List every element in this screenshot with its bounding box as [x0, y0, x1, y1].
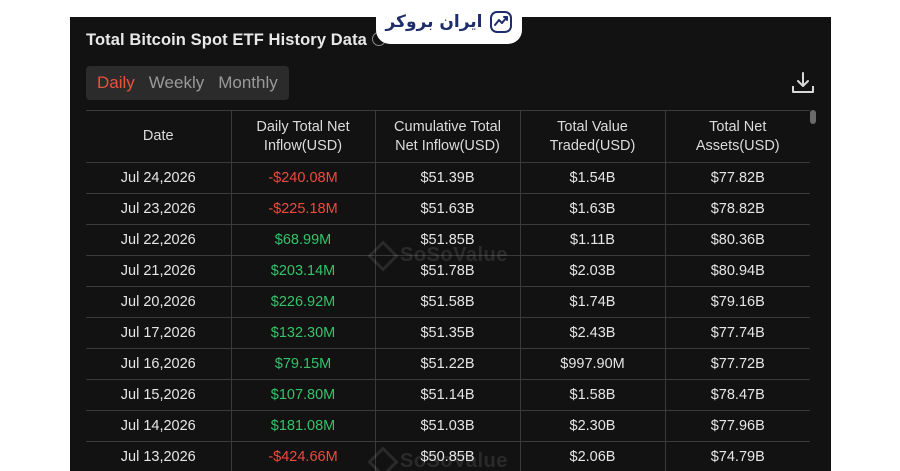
table-header-row: Date Daily Total Net Inflow(USD) Cumulati…	[86, 110, 810, 163]
table-row: Jul 13,2026 -$424.66M $50.85B $2.06B $74.79B	[86, 441, 810, 471]
header-line: Total Net	[709, 118, 767, 135]
daily-inflow-cell: -$225.18M	[231, 193, 376, 225]
header-line: Assets(USD)	[695, 137, 780, 154]
tab-monthly[interactable]: Monthly	[211, 66, 285, 100]
header-date[interactable]: Date	[86, 110, 232, 163]
daily-inflow-cell: $79.15M	[231, 348, 376, 380]
date-cell: Jul 14,2026	[86, 410, 232, 442]
header-line: Inflow(USD)	[263, 137, 343, 154]
date-cell: Jul 24,2026	[86, 162, 232, 194]
date-cell: Jul 21,2026	[86, 255, 232, 287]
net-assets-cell: $77.72B	[665, 348, 810, 380]
header-date-label: Date	[142, 128, 174, 144]
header-line: Total Value	[557, 118, 628, 135]
date-cell: Jul 22,2026	[86, 224, 232, 256]
table-body: Jul 24,2026 -$240.08M $51.39B $1.54B $77.82B…	[86, 162, 810, 471]
ibroker-logo: ایران بروکر	[376, 0, 522, 44]
value-traded-cell: $1.58B	[520, 379, 666, 411]
table-row: Jul 24,2026 -$240.08M $51.39B $1.54B $77.82B	[86, 162, 810, 194]
cumulative-inflow-cell: $51.03B	[375, 410, 521, 442]
cumulative-inflow-cell: $51.78B	[375, 255, 521, 287]
net-assets-cell: $77.96B	[665, 410, 810, 442]
panel-title: Total Bitcoin Spot ETF History Data	[86, 31, 367, 49]
logo-text: ایران بروکر	[385, 12, 483, 32]
value-traded-cell: $2.43B	[520, 317, 666, 349]
header-total-net-assets[interactable]: Total Net Assets(USD)	[665, 110, 810, 163]
table-row: Jul 16,2026 $79.15M $51.22B $997.90M $77.72B	[86, 348, 810, 380]
tab-weekly[interactable]: Weekly	[142, 66, 211, 100]
etf-history-table: Date Daily Total Net Inflow(USD) Cumulati…	[86, 110, 810, 471]
cumulative-inflow-cell: $51.22B	[375, 348, 521, 380]
value-traded-cell: $1.54B	[520, 162, 666, 194]
date-cell: Jul 20,2026	[86, 286, 232, 318]
period-tabs: Daily Weekly Monthly	[86, 66, 289, 100]
table-row: Jul 15,2026 $107.80M $51.14B $1.58B $78.47B	[86, 379, 810, 411]
daily-inflow-cell: -$424.66M	[231, 441, 376, 471]
cumulative-inflow-cell: $51.85B	[375, 224, 521, 256]
cumulative-inflow-cell: $51.35B	[375, 317, 521, 349]
table-scrollbar[interactable]	[810, 110, 816, 124]
net-assets-cell: $80.94B	[665, 255, 810, 287]
daily-inflow-cell: $203.14M	[231, 255, 376, 287]
date-cell: Jul 13,2026	[86, 441, 232, 471]
value-traded-cell: $1.11B	[520, 224, 666, 256]
table-row: Jul 22,2026 $68.99M $51.85B $1.11B $80.36B	[86, 224, 810, 256]
value-traded-cell: $2.30B	[520, 410, 666, 442]
net-assets-cell: $77.82B	[665, 162, 810, 194]
table-row: Jul 21,2026 $203.14M $51.78B $2.03B $80.94B	[86, 255, 810, 287]
daily-inflow-cell: $107.80M	[231, 379, 376, 411]
header-total-value-traded[interactable]: Total Value Traded(USD)	[520, 110, 666, 163]
header-line: Daily Total Net	[256, 118, 350, 135]
daily-inflow-cell: -$240.08M	[231, 162, 376, 194]
daily-inflow-cell: $226.92M	[231, 286, 376, 318]
cumulative-inflow-cell: $50.85B	[375, 441, 521, 471]
date-cell: Jul 17,2026	[86, 317, 232, 349]
date-cell: Jul 16,2026	[86, 348, 232, 380]
net-assets-cell: $78.47B	[665, 379, 810, 411]
header-cumulative-net-inflow[interactable]: Cumulative Total Net Inflow(USD)	[375, 110, 521, 163]
tab-daily[interactable]: Daily	[90, 66, 142, 100]
cumulative-inflow-cell: $51.58B	[375, 286, 521, 318]
download-icon[interactable]	[790, 70, 816, 96]
value-traded-cell: $1.63B	[520, 193, 666, 225]
daily-inflow-cell: $181.08M	[231, 410, 376, 442]
page: Total Bitcoin Spot ETF History Data ایرا…	[0, 0, 900, 471]
table-row: Jul 14,2026 $181.08M $51.03B $2.30B $77.96B	[86, 410, 810, 442]
ibroker-logo-icon	[489, 11, 512, 33]
daily-inflow-cell: $132.30M	[231, 317, 376, 349]
value-traded-cell: $1.74B	[520, 286, 666, 318]
value-traded-cell: $2.06B	[520, 441, 666, 471]
value-traded-cell: $997.90M	[520, 348, 666, 380]
header-daily-net-inflow[interactable]: Daily Total Net Inflow(USD)	[231, 110, 376, 163]
net-assets-cell: $79.16B	[665, 286, 810, 318]
header-line: Cumulative Total	[394, 118, 501, 135]
date-cell: Jul 15,2026	[86, 379, 232, 411]
net-assets-cell: $78.82B	[665, 193, 810, 225]
daily-inflow-cell: $68.99M	[231, 224, 376, 256]
net-assets-cell: $74.79B	[665, 441, 810, 471]
date-cell: Jul 23,2026	[86, 193, 232, 225]
header-line: Traded(USD)	[549, 137, 636, 154]
table-row: Jul 17,2026 $132.30M $51.35B $2.43B $77.74B	[86, 317, 810, 349]
net-assets-cell: $80.36B	[665, 224, 810, 256]
table-row: Jul 23,2026 -$225.18M $51.63B $1.63B $78.82B	[86, 193, 810, 225]
net-assets-cell: $77.74B	[665, 317, 810, 349]
table-row: Jul 20,2026 $226.92M $51.58B $1.74B $79.16B	[86, 286, 810, 318]
header-line: Net Inflow(USD)	[395, 137, 500, 154]
value-traded-cell: $2.03B	[520, 255, 666, 287]
cumulative-inflow-cell: $51.14B	[375, 379, 521, 411]
cumulative-inflow-cell: $51.63B	[375, 193, 521, 225]
cumulative-inflow-cell: $51.39B	[375, 162, 521, 194]
